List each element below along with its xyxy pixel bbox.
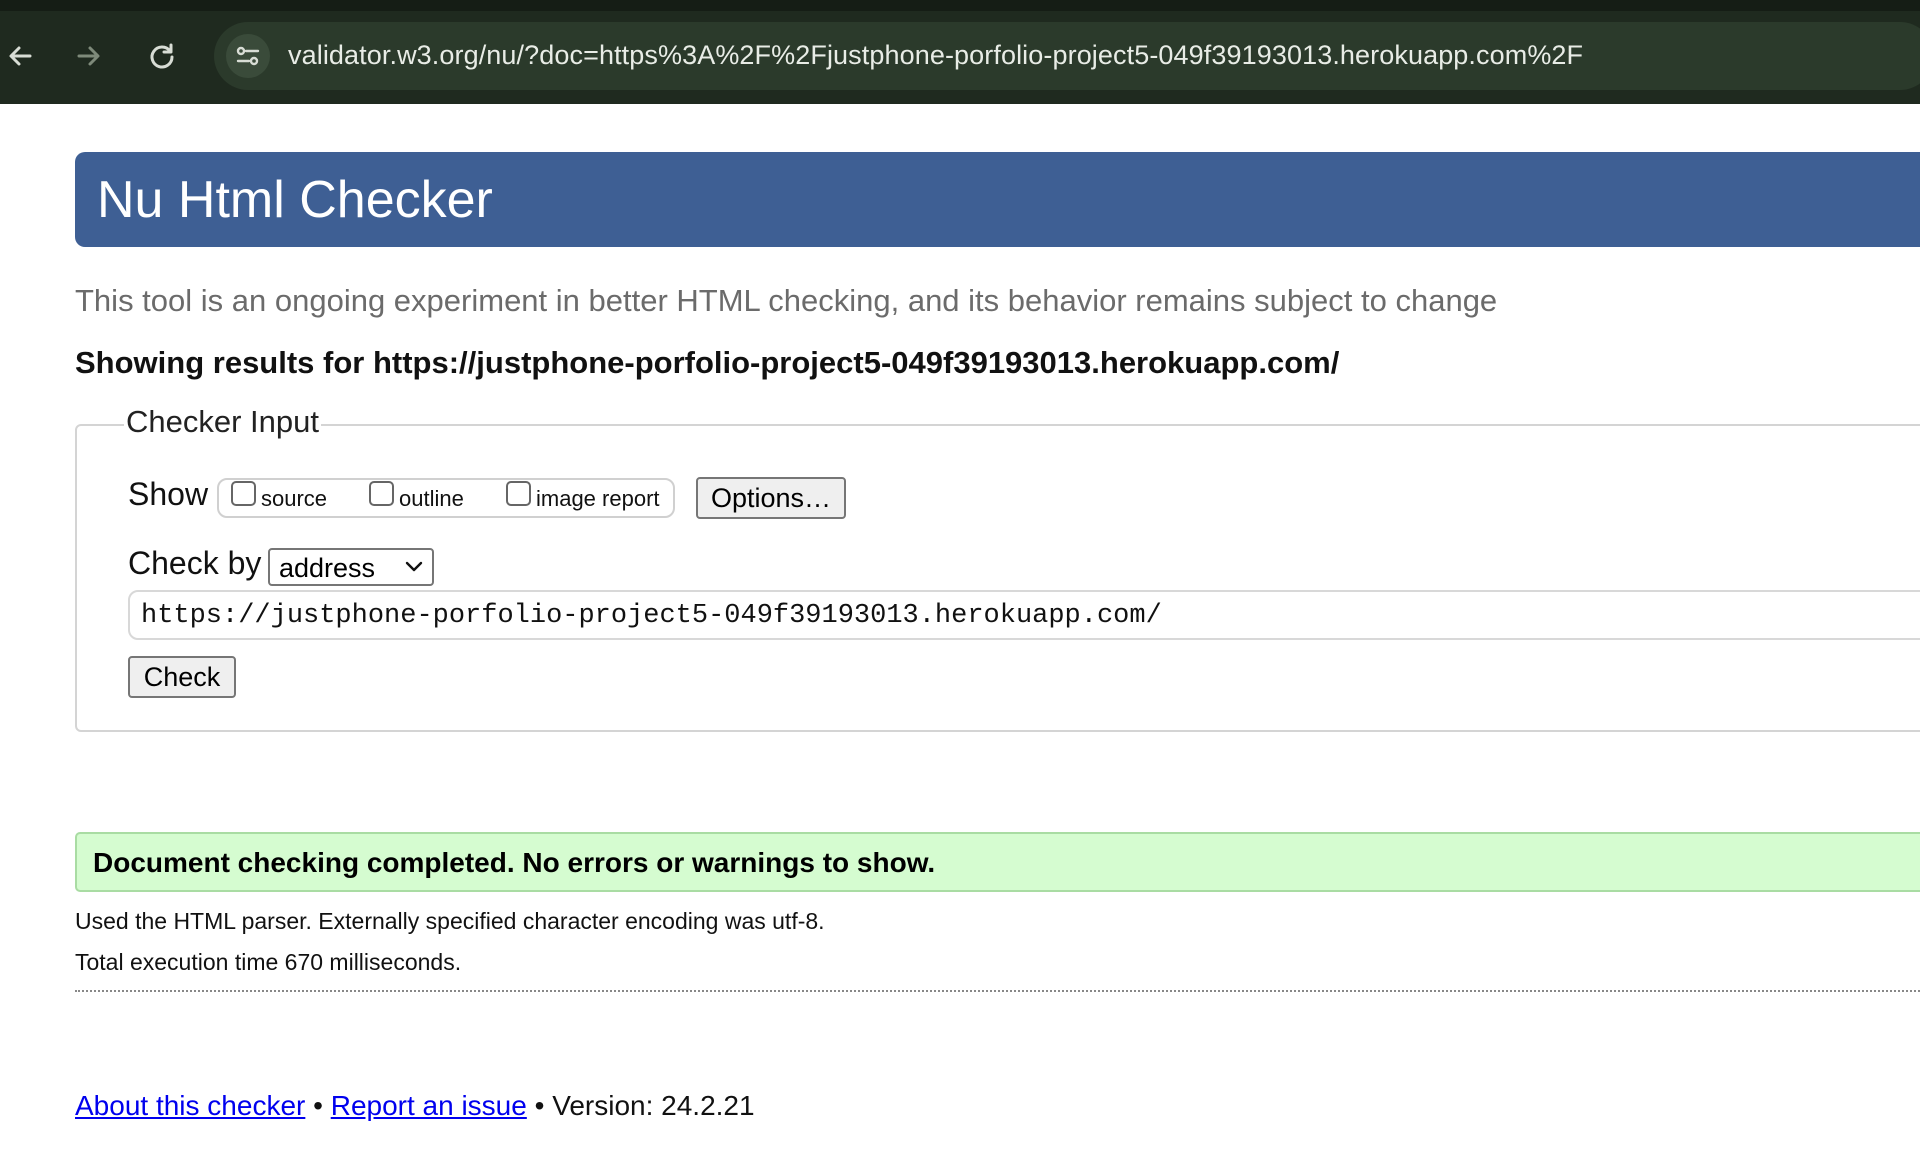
- parser-info: Used the HTML parser. Externally specifi…: [75, 908, 825, 934]
- address-bar-url[interactable]: validator.w3.org/nu/?doc=https%3A%2F%2Fj…: [288, 40, 1583, 71]
- execution-time: Total execution time 670 milliseconds.: [75, 949, 462, 975]
- checkbox-box[interactable]: [506, 480, 531, 506]
- footer-separator: •: [534, 1090, 545, 1121]
- browser-toolbar: validator.w3.org/nu/?doc=https%3A%2F%2Fj…: [0, 0, 1920, 104]
- back-arrow-icon: [9, 46, 32, 66]
- checker-input-legend: Checker Input: [124, 404, 321, 440]
- success-message: Document checking completed. No errors o…: [93, 847, 936, 878]
- checkbox-label: image report: [536, 486, 660, 511]
- tab-strip: [0, 0, 1920, 11]
- page-header: Nu Html Checker: [75, 152, 1920, 247]
- reload-icon: [150, 43, 174, 69]
- report-issue-link[interactable]: Report an issue: [331, 1090, 527, 1121]
- forward-button[interactable]: [69, 36, 109, 76]
- divider: [75, 990, 1920, 992]
- about-link[interactable]: About this checker: [75, 1090, 305, 1121]
- show-label: Show: [128, 476, 209, 512]
- results-heading: Showing results for https://justphone-po…: [75, 345, 1340, 380]
- check-by-select[interactable]: address: [268, 548, 434, 586]
- check-by-selected-value: address: [279, 553, 376, 583]
- checkbox-box[interactable]: [231, 480, 256, 506]
- check-button[interactable]: Check: [128, 656, 236, 698]
- page-title: Nu Html Checker: [97, 171, 493, 229]
- site-settings-icon: [236, 46, 260, 66]
- success-message-box: Document checking completed. No errors o…: [75, 832, 1920, 892]
- outline-checkbox[interactable]: outline: [369, 480, 464, 512]
- forward-arrow-icon: [77, 46, 100, 66]
- options-button[interactable]: Options…: [696, 477, 846, 519]
- site-info-button[interactable]: [226, 34, 270, 78]
- chevron-down-icon: [405, 561, 423, 572]
- image-report-checkbox[interactable]: image report: [506, 480, 660, 512]
- version-text: Version: 24.2.21: [552, 1090, 755, 1121]
- footer: About this checker • Report an issue • V…: [75, 1090, 755, 1122]
- address-bar[interactable]: validator.w3.org/nu/?doc=https%3A%2F%2Fj…: [214, 22, 1920, 90]
- check-by-label: Check by: [128, 545, 262, 581]
- source-checkbox[interactable]: source: [231, 480, 327, 512]
- back-button[interactable]: [0, 36, 40, 76]
- checkbox-box[interactable]: [369, 480, 394, 506]
- checkbox-label: outline: [399, 486, 464, 511]
- url-input-value[interactable]: https://justphone-porfolio-project5-049f…: [141, 601, 1162, 631]
- url-input[interactable]: https://justphone-porfolio-project5-049f…: [128, 590, 1920, 640]
- checkbox-label: source: [261, 486, 328, 511]
- footer-separator: •: [313, 1090, 323, 1121]
- reload-button[interactable]: [142, 36, 182, 76]
- tagline: This tool is an ongoing experiment in be…: [75, 283, 1498, 318]
